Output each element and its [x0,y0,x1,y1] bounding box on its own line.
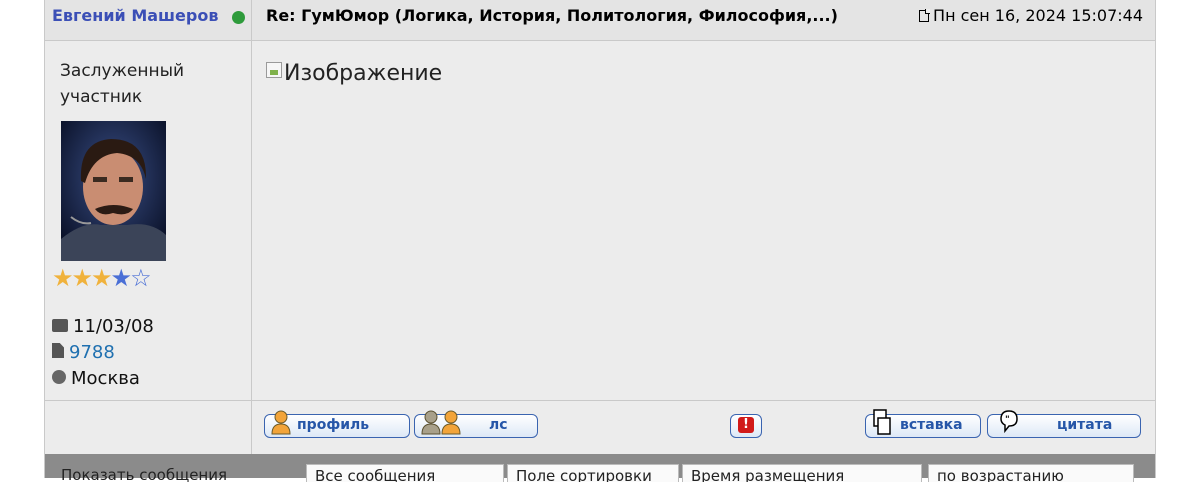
show-posts-select[interactable]: Все сообщения [306,464,504,482]
sort-direction-select[interactable]: по возрастанию [928,464,1134,482]
svg-text:": " [1005,415,1010,425]
file-icon [52,343,64,358]
report-button[interactable]: ! [730,414,762,438]
show-posts-label: Показать сообщения [61,466,228,482]
star-icon: ★ [52,264,73,292]
pm-label: лс [489,417,508,433]
post-actions: профиль лс ! вставка " цитата [252,400,1155,454]
avatar [61,121,166,261]
half-star-icon: ☆ [130,264,151,292]
forum-post: Евгений Машеров Re: ГумЮмор (Логика, Ист… [44,0,1156,482]
author-sidebar: Заслуженный участник ★★★★☆ 11/03/08 9788… [45,41,252,400]
globe-icon [52,370,66,384]
post-title-link[interactable]: Re: ГумЮмор (Логика, История, Политологи… [266,6,838,25]
joined-row: 11/03/08 [52,316,154,337]
profile-label: профиль [297,417,370,433]
post-date-text: Пн сен 16, 2024 15:07:44 [933,6,1143,25]
broken-image-icon [266,62,282,78]
posts-count-link[interactable]: 9788 [69,342,115,363]
exclamation-icon: ! [738,417,754,433]
author-rank: Заслуженный участник [60,61,185,107]
insert-quote-label: вставка [900,417,963,433]
author-name-link[interactable]: Евгений Машеров [52,6,218,25]
posts-row: 9788 [52,342,115,363]
post-date: Пн сен 16, 2024 15:07:44 [919,6,1143,25]
star-icon: ★ [71,264,93,292]
profile-button[interactable]: профиль [264,410,410,438]
rating-stars: ★★★★☆ [52,263,152,293]
document-icon[interactable] [919,9,931,22]
quote-bubble-icon: " [1000,410,1018,434]
image-alt-text: Изображение [284,61,443,86]
post-header: Re: ГумЮмор (Логика, История, Политологи… [252,0,1155,41]
sort-field-select[interactable]: Время размещения [682,464,922,482]
joined-date: 11/03/08 [73,316,154,337]
two-persons-icon [421,410,461,435]
location-row: Москва [52,368,140,389]
briefcase-icon [52,319,68,332]
star-icon: ★ [110,264,132,292]
quote-label: цитата [1057,417,1113,433]
pm-button[interactable]: лс [414,410,538,438]
quote-button[interactable]: " цитата [987,410,1141,438]
star-icon: ★ [91,264,112,292]
person-icon [271,410,291,435]
insert-quote-button[interactable]: вставка [865,409,981,438]
post-content: Изображение [252,41,1155,400]
sort-options-bar: Показать сообщения Все сообщения Поле со… [45,454,1155,482]
sort-field-label: Поле сортировки [507,464,679,482]
online-status-icon [232,11,245,24]
paste-icon [873,409,891,435]
location-text: Москва [71,368,140,389]
post-image: Изображение [266,61,442,86]
post-footer-left [45,400,252,454]
post-author-header: Евгений Машеров [45,0,252,41]
